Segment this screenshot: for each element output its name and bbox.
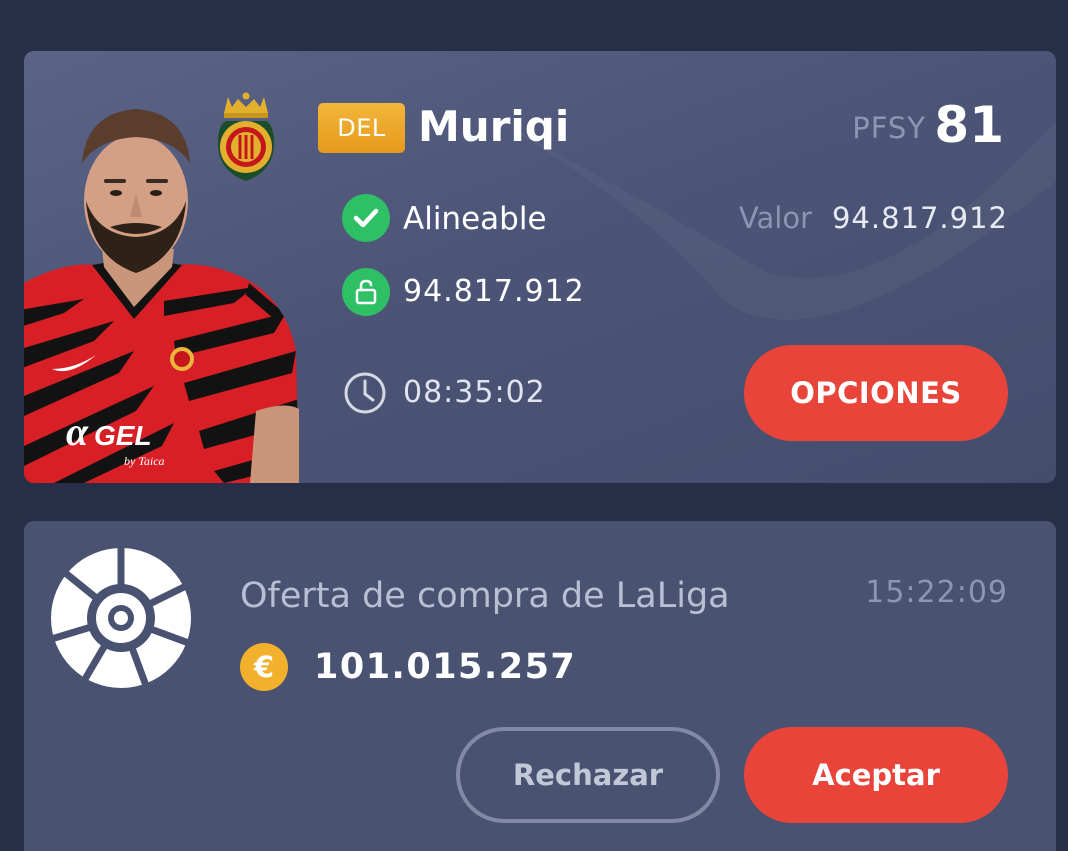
club-crest-icon	[218, 92, 274, 181]
position-badge: DEL	[318, 103, 405, 153]
laliga-logo-icon	[48, 545, 194, 691]
clock-icon	[344, 372, 386, 414]
offer-time: 15:22:09	[865, 575, 1008, 610]
countdown-timer: 08:35:02	[403, 375, 546, 410]
options-button[interactable]: OPCIONES	[744, 345, 1008, 441]
reject-button[interactable]: Rechazar	[456, 727, 720, 823]
euro-coin-icon: €	[240, 643, 288, 691]
value-label: Valor	[738, 201, 812, 235]
unlock-icon	[342, 268, 390, 316]
score-value: 81	[934, 96, 1004, 154]
status-text: Alineable	[403, 201, 547, 237]
svg-text:GEL: GEL	[94, 420, 152, 451]
market-value: 94.817.912	[831, 201, 1008, 235]
player-name[interactable]: Muriqi	[418, 99, 569, 155]
player-card[interactable]: α GEL by Taica DEL Muriqi PFSY 81 Alinea…	[24, 51, 1056, 483]
accept-button[interactable]: Aceptar	[744, 727, 1008, 823]
release-clause-value: 94.817.912	[403, 274, 585, 309]
offer-amount: 101.015.257	[314, 647, 577, 687]
score-label: PFSY	[852, 111, 926, 145]
offer-card: Oferta de compra de LaLiga 15:22:09 € 10…	[24, 521, 1056, 851]
offer-title: Oferta de compra de LaLiga	[240, 576, 730, 616]
svg-text:α: α	[66, 409, 89, 454]
check-icon	[342, 194, 390, 242]
svg-text:by Taica: by Taica	[124, 454, 165, 468]
